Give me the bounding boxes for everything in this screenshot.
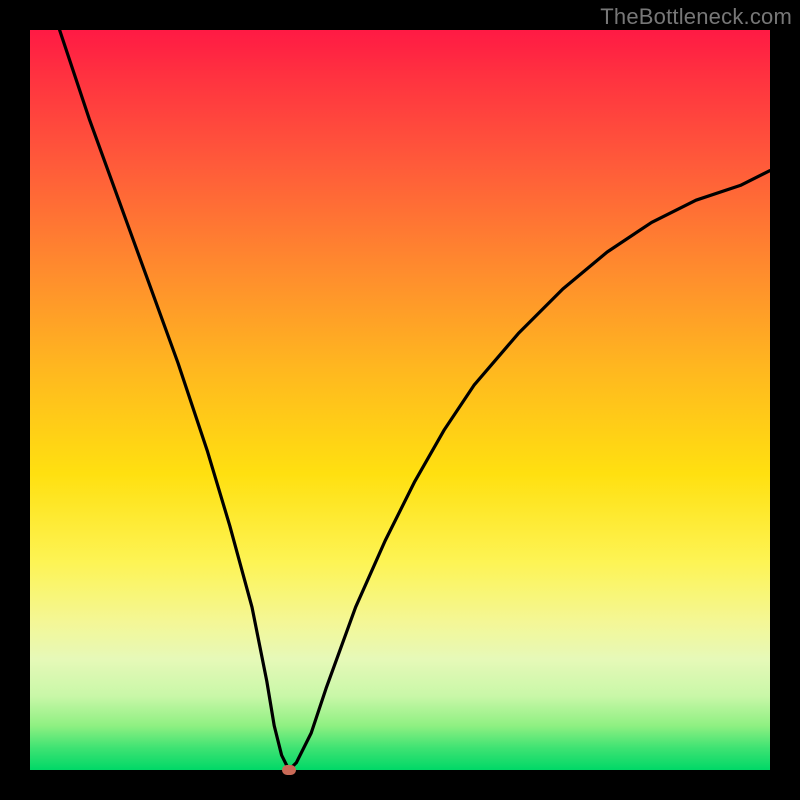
- bottleneck-curve: [60, 30, 770, 770]
- curve-svg: [30, 30, 770, 770]
- minimum-marker: [282, 765, 296, 775]
- plot-area: [30, 30, 770, 770]
- watermark-text: TheBottleneck.com: [600, 4, 792, 30]
- chart-frame: TheBottleneck.com: [0, 0, 800, 800]
